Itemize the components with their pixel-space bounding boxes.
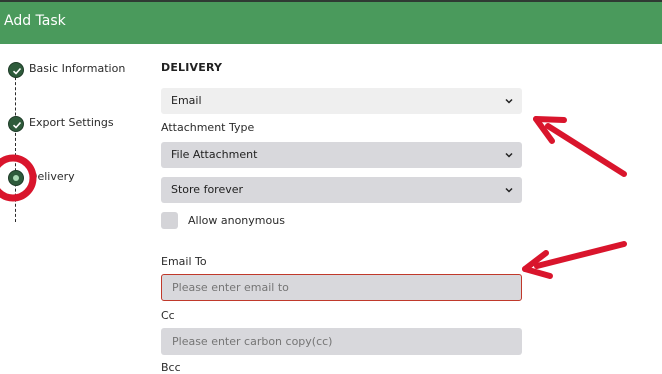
email-to-input[interactable]	[161, 274, 522, 301]
select-value: File Attachment	[171, 148, 258, 161]
arrow-annotation	[522, 241, 627, 279]
arrow-annotation	[533, 116, 627, 177]
attachment-type-label: Attachment Type	[161, 121, 255, 134]
bcc-label: Bcc	[161, 361, 181, 374]
step-done-icon	[8, 116, 24, 132]
chevron-down-icon	[505, 187, 513, 193]
cc-label: Cc	[161, 309, 175, 322]
delivery-method-select[interactable]: Email	[161, 88, 522, 114]
title-bar: Add Task	[0, 0, 662, 44]
allow-anonymous-checkbox[interactable]	[161, 212, 178, 229]
select-value: Store forever	[171, 183, 244, 196]
step-done-icon	[8, 62, 24, 78]
dialog-title: Add Task	[4, 13, 66, 29]
chevron-down-icon	[505, 98, 513, 104]
step-current-icon	[8, 170, 24, 186]
step-connector	[15, 72, 16, 222]
step-sidebar: Basic Information Export Settings Delive…	[0, 44, 150, 369]
retention-select[interactable]: Store forever	[161, 177, 522, 203]
cc-input[interactable]	[161, 328, 522, 355]
chevron-down-icon	[505, 152, 513, 158]
step-label: Delivery	[29, 170, 75, 183]
step-label: Basic Information	[29, 62, 126, 75]
section-title: DELIVERY	[161, 61, 223, 74]
attachment-type-select[interactable]: File Attachment	[161, 142, 522, 168]
step-label: Export Settings	[29, 116, 114, 129]
email-to-label: Email To	[161, 255, 207, 268]
select-value: Email	[171, 94, 202, 107]
allow-anonymous-label: Allow anonymous	[188, 214, 285, 227]
